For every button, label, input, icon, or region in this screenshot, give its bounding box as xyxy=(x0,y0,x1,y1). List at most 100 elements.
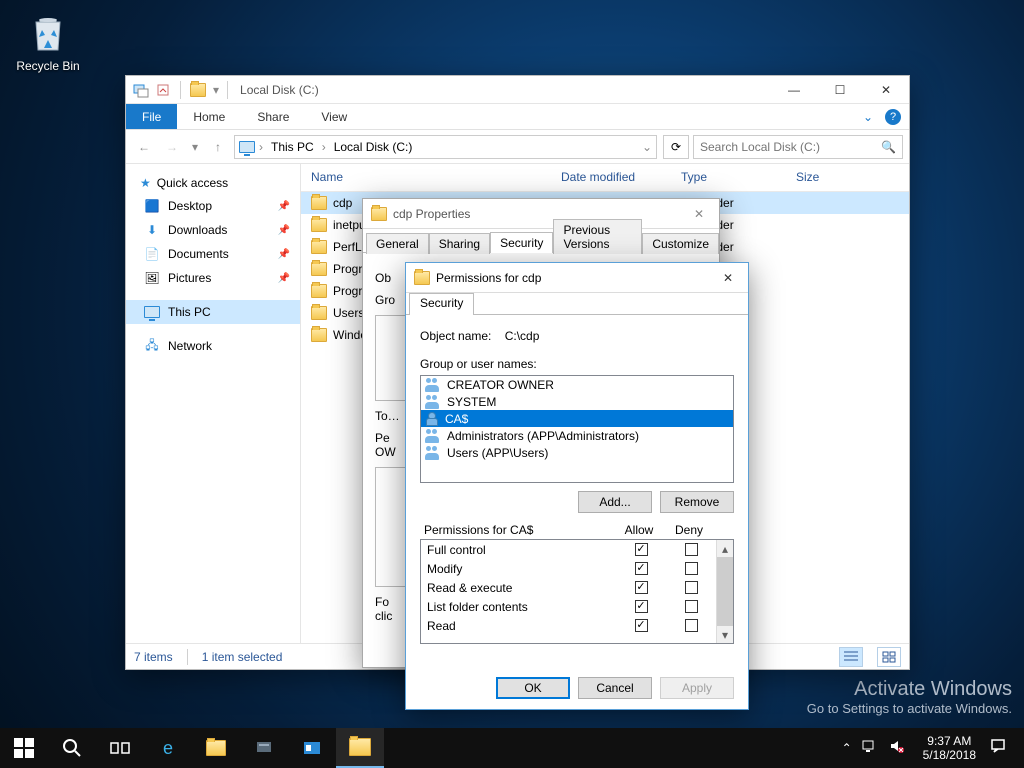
ok-button[interactable]: OK xyxy=(496,677,570,699)
tab-general[interactable]: General xyxy=(366,233,429,254)
tab-security[interactable]: Security xyxy=(409,293,474,315)
search-button[interactable] xyxy=(48,728,96,768)
sidebar-downloads[interactable]: ⬇Downloads📌 xyxy=(126,218,300,242)
crumb-localdisk[interactable]: Local Disk (C:) xyxy=(330,138,417,156)
tab-sharing[interactable]: Sharing xyxy=(429,233,490,254)
system-menu-icon[interactable] xyxy=(132,81,150,99)
deny-checkbox[interactable] xyxy=(685,600,698,613)
details-view-button[interactable] xyxy=(839,647,863,667)
task-ie[interactable]: e xyxy=(144,728,192,768)
tab-previous-versions[interactable]: Previous Versions xyxy=(553,219,642,254)
breadcrumb[interactable]: › This PC › Local Disk (C:) ⌄ xyxy=(234,135,657,159)
remove-button[interactable]: Remove xyxy=(660,491,734,513)
tab-customize[interactable]: Customize xyxy=(642,233,719,254)
pin-icon: 📌 xyxy=(278,201,290,212)
recycle-bin[interactable]: Recycle Bin xyxy=(10,8,86,73)
up-button[interactable]: ↑ xyxy=(206,135,230,159)
qat-folder-icon[interactable] xyxy=(189,81,207,99)
maximize-button[interactable]: ☐ xyxy=(817,76,863,103)
close-button[interactable]: ✕ xyxy=(679,199,719,228)
pin-icon: 📌 xyxy=(278,225,290,236)
deny-checkbox[interactable] xyxy=(685,581,698,594)
search-input[interactable] xyxy=(700,140,881,154)
scroll-up-icon[interactable]: ▴ xyxy=(717,540,733,557)
task-server-manager[interactable] xyxy=(240,728,288,768)
col-name[interactable]: Name xyxy=(301,164,551,191)
column-headers: Name Date modified Type Size xyxy=(301,164,909,192)
tab-security[interactable]: Security xyxy=(490,232,553,253)
sidebar-pictures[interactable]: 🖼Pictures📌 xyxy=(126,266,300,290)
ribbon-expand-icon[interactable]: ⌄ xyxy=(855,104,881,129)
refresh-button[interactable]: ⟳ xyxy=(663,135,689,159)
qat-properties-icon[interactable] xyxy=(154,81,172,99)
deny-checkbox[interactable] xyxy=(685,562,698,575)
tray-overflow-icon[interactable]: ⌃ xyxy=(837,741,857,755)
folder-icon xyxy=(371,207,387,221)
list-item[interactable]: Administrators (APP\Administrators) xyxy=(421,427,733,444)
sidebar-thispc[interactable]: This PC xyxy=(126,300,300,324)
thumbnails-view-button[interactable] xyxy=(877,647,901,667)
allow-checkbox[interactable] xyxy=(635,543,648,556)
sidebar-network[interactable]: 🖧Network xyxy=(126,334,300,358)
taskbar: e ⌃ 9:37 AM 5/18/2018 xyxy=(0,728,1024,768)
group-list[interactable]: CREATOR OWNERSYSTEMCA$Administrators (AP… xyxy=(420,375,734,483)
tab-share[interactable]: Share xyxy=(241,104,305,129)
tray-volume-icon[interactable] xyxy=(885,738,913,758)
list-item[interactable]: CREATOR OWNER xyxy=(421,376,733,393)
cancel-button[interactable]: Cancel xyxy=(578,677,652,699)
history-dropdown-icon[interactable]: ⌄ xyxy=(642,140,652,154)
permission-row: List folder contents xyxy=(421,597,716,616)
scroll-thumb[interactable] xyxy=(717,557,733,626)
deny-header: Deny xyxy=(664,523,714,537)
forward-button[interactable]: → xyxy=(160,135,184,159)
users-icon xyxy=(425,446,441,460)
col-type[interactable]: Type xyxy=(671,164,786,191)
tray-network-icon[interactable] xyxy=(857,738,885,758)
add-button[interactable]: Add... xyxy=(578,491,652,513)
allow-header: Allow xyxy=(614,523,664,537)
col-size[interactable]: Size xyxy=(786,164,909,191)
clock[interactable]: 9:37 AM 5/18/2018 xyxy=(913,734,986,762)
users-icon xyxy=(425,378,441,392)
allow-checkbox[interactable] xyxy=(635,581,648,594)
scrollbar[interactable]: ▴ ▾ xyxy=(716,540,733,643)
task-explorer[interactable] xyxy=(192,728,240,768)
allow-checkbox[interactable] xyxy=(635,562,648,575)
action-center-icon[interactable] xyxy=(986,738,1014,758)
ribbon: File Home Share View ⌄ ? xyxy=(126,104,909,130)
activation-watermark: Activate Windows Go to Settings to activ… xyxy=(807,678,1012,716)
users-icon xyxy=(425,395,441,409)
deny-checkbox[interactable] xyxy=(685,543,698,556)
apply-button[interactable]: Apply xyxy=(660,677,734,699)
quick-access-header[interactable]: ★Quick access xyxy=(126,172,300,194)
list-item[interactable]: Users (APP\Users) xyxy=(421,444,733,461)
search-box[interactable]: 🔍 xyxy=(693,135,903,159)
help-icon[interactable]: ? xyxy=(885,109,901,125)
sidebar-desktop[interactable]: 🟦Desktop📌 xyxy=(126,194,300,218)
allow-checkbox[interactable] xyxy=(635,600,648,613)
allow-checkbox[interactable] xyxy=(635,619,648,632)
start-button[interactable] xyxy=(0,728,48,768)
list-item[interactable]: CA$ xyxy=(421,410,733,427)
list-item[interactable]: SYSTEM xyxy=(421,393,733,410)
recent-button[interactable]: ▾ xyxy=(188,135,202,159)
back-button[interactable]: ← xyxy=(132,135,156,159)
task-explorer-active[interactable] xyxy=(336,728,384,768)
tab-view[interactable]: View xyxy=(305,104,363,129)
task-view-button[interactable] xyxy=(96,728,144,768)
col-date[interactable]: Date modified xyxy=(551,164,671,191)
folder-icon xyxy=(311,218,327,232)
task-app[interactable] xyxy=(288,728,336,768)
tab-home[interactable]: Home xyxy=(177,104,241,129)
tab-file[interactable]: File xyxy=(126,104,177,129)
pc-icon xyxy=(239,141,255,153)
pin-icon: 📌 xyxy=(278,273,290,284)
deny-checkbox[interactable] xyxy=(685,619,698,632)
folder-icon xyxy=(311,284,327,298)
sidebar-documents[interactable]: 📄Documents📌 xyxy=(126,242,300,266)
crumb-thispc[interactable]: This PC xyxy=(267,138,318,156)
minimize-button[interactable]: — xyxy=(771,76,817,103)
scroll-down-icon[interactable]: ▾ xyxy=(717,626,733,643)
close-button[interactable]: ✕ xyxy=(708,263,748,292)
close-button[interactable]: ✕ xyxy=(863,76,909,103)
